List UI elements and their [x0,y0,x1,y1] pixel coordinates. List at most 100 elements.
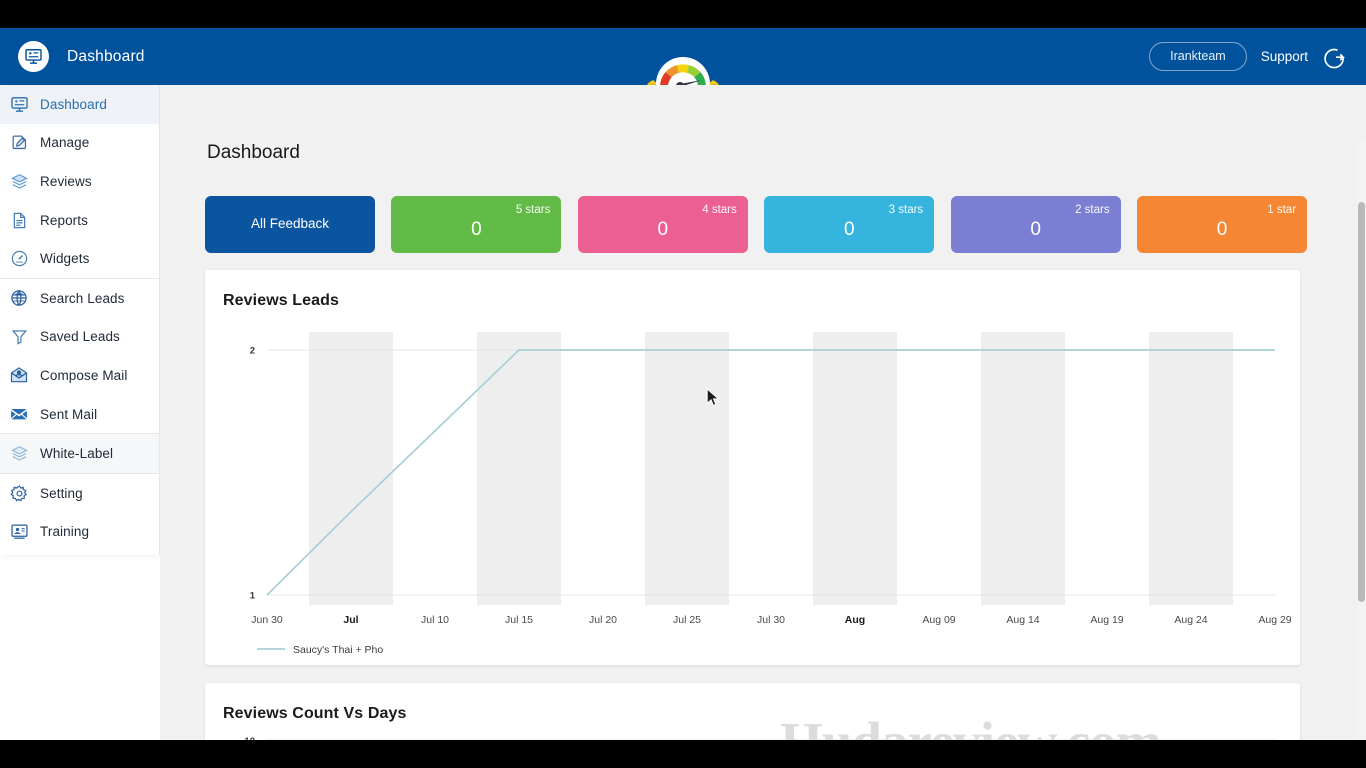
top-app-bar: Dashboard Irankteam Support [0,28,1366,124]
globe-search-icon [8,287,30,309]
x-tick-label: Jun 30 [251,614,283,626]
sidebar-group-white-label: White-Label [0,434,159,474]
y-tick-label: 2 [250,346,255,357]
edit-pencil-icon [8,132,30,154]
card-label: 5 stars [515,204,551,216]
sent-envelope-icon [8,403,30,425]
x-tick-label: Aug [845,614,865,626]
card-value: 0 [657,219,669,240]
sidebar-item-label: Sent Mail [40,406,98,422]
monitor-dashboard-icon [8,93,30,115]
card-5-stars[interactable]: 5 stars 0 [391,196,562,253]
reviews-count-svg[interactable]: 10 [205,683,1300,740]
gauge-circle-icon [8,248,30,270]
reviews-leads-chart[interactable]: 1 2 Jun 30 Jul Jul 10 Jul 15 Jul 20 Jul 25 Jul 3… [205,270,1300,665]
x-tick-label: Aug 24 [1174,614,1207,626]
training-screen-icon [8,521,30,543]
appbar-right-cluster: Irankteam Support [1149,28,1346,85]
user-account-button[interactable]: Irankteam [1149,42,1247,71]
sidebar-item-label: Setting [40,485,83,501]
sidebar-item-label: Reviews [40,173,92,189]
sidebar-group-leads: Search Leads Saved Leads Compose Mail Se… [0,279,159,435]
sidebar-item-reviews[interactable]: Reviews [0,162,159,201]
x-tick-label: Jul 30 [757,614,785,626]
main-content: Dashboard All Feedback 5 stars 0 4 stars… [160,85,1366,740]
chart-band [813,332,897,605]
sidebar-navigation: Dashboard Manage Reviews Reports Widgets… [0,85,160,556]
sidebar-item-label: Dashboard [40,96,107,112]
card-1-star[interactable]: 1 star 0 [1137,196,1308,253]
logout-icon[interactable] [1322,45,1346,69]
sidebar-item-widgets[interactable]: Widgets [0,239,159,278]
appbar-brand[interactable]: Dashboard [0,41,145,72]
card-label: 4 stars [702,204,737,216]
sidebar-item-label: Training [40,524,90,540]
sidebar-item-label: Manage [40,135,90,151]
sidebar-item-compose-mail[interactable]: Compose Mail [0,356,159,395]
legend-label: Saucy's Thai + Pho [293,644,383,656]
card-value: 0 [1216,219,1228,240]
x-tick-label: Aug 29 [1258,614,1291,626]
monitor-dashboard-icon [18,41,49,72]
browser-viewport: Dashboard Irankteam Support Dashboard Ma… [0,28,1366,740]
x-tick-label: Jul 25 [673,614,701,626]
sidebar-item-sent-mail[interactable]: Sent Mail [0,395,159,434]
chart-band [645,332,729,605]
sidebar-item-setting[interactable]: Setting [0,474,159,513]
funnel-filter-icon [8,326,30,348]
layers-icon [8,170,30,192]
layers-icon [8,443,30,465]
page-title: Dashboard [207,142,300,163]
y-tick-label: 10 [244,736,255,740]
card-label: 1 star [1267,204,1297,216]
sidebar-item-training[interactable]: Training [0,513,159,552]
sidebar-item-label: Saved Leads [40,329,120,345]
card-2-stars[interactable]: 2 stars 0 [950,196,1121,253]
gear-icon [8,482,30,504]
reviews-count-chart[interactable]: 10 [205,683,1300,740]
feedback-summary-cards: All Feedback 5 stars 0 4 stars 0 3 stars… [205,196,1308,253]
x-tick-label: Aug 09 [922,614,955,626]
sidebar-group-system: Setting Training [0,474,159,551]
content-scrollbar-thumb[interactable] [1358,202,1365,602]
panel-reviews-leads: Reviews Leads 1 2 Jun 30 Jul Jul 10 Jul 15 Jul… [205,270,1300,665]
appbar-title: Dashboard [67,47,145,65]
sidebar-item-search-leads[interactable]: Search Leads [0,279,159,318]
sidebar-item-label: Widgets [40,251,90,267]
sidebar-item-reports[interactable]: Reports [0,201,159,240]
document-lines-icon [8,209,30,231]
chart-band [1149,332,1233,605]
sidebar-item-manage[interactable]: Manage [0,124,159,163]
panel-reviews-count: Reviews Count Vs Days 10 [205,683,1300,740]
reviews-leads-svg[interactable]: 1 2 Jun 30 Jul Jul 10 Jul 15 Jul 20 Jul 25 Jul 3… [205,270,1300,665]
chart-band [981,332,1065,605]
x-tick-label: Aug 14 [1006,614,1039,626]
card-4-stars[interactable]: 4 stars 0 [577,196,748,253]
sidebar-item-label: White-Label [40,446,114,462]
card-label: All Feedback [250,216,329,231]
card-label: 2 stars [1075,204,1110,216]
sidebar-item-label: Compose Mail [40,367,128,383]
sidebar-item-label: Search Leads [40,290,125,306]
card-all-feedback[interactable]: All Feedback [205,196,375,253]
sidebar-item-dashboard[interactable]: Dashboard [0,85,159,124]
x-tick-label: Jul 20 [589,614,617,626]
y-tick-label: 1 [250,591,256,602]
x-tick-label: Jul 10 [421,614,449,626]
card-value: 0 [1030,219,1041,240]
open-envelope-icon [8,364,30,386]
x-tick-label: Jul [343,614,358,626]
x-tick-label: Jul 15 [505,614,533,626]
sidebar-item-saved-leads[interactable]: Saved Leads [0,318,159,357]
card-3-stars[interactable]: 3 stars 0 [764,196,935,253]
support-link[interactable]: Support [1261,49,1308,64]
sidebar-item-white-label[interactable]: White-Label [0,434,159,473]
x-tick-label: Aug 19 [1090,614,1123,626]
chart-band [477,332,561,605]
card-value: 0 [471,219,482,240]
series-line [266,349,1275,596]
screen-letterbox: Dashboard Irankteam Support Dashboard Ma… [0,0,1366,768]
content-scrollbar-track[interactable] [1357,142,1366,740]
chart-band [309,332,393,605]
card-label: 3 stars [888,204,924,216]
